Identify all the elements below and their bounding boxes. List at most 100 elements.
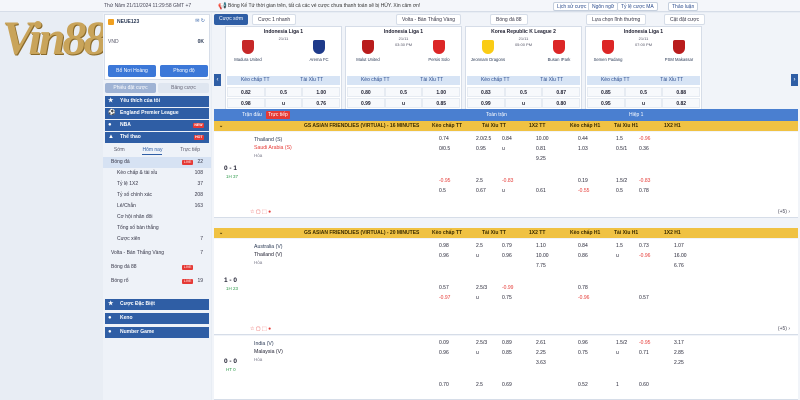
card-odd[interactable]: 0.85 bbox=[422, 98, 461, 108]
odds-cell[interactable]: u bbox=[502, 146, 505, 152]
odds-cell[interactable]: 0.57 bbox=[639, 295, 649, 301]
withdraw-button[interactable]: Phong độ bbox=[160, 65, 208, 77]
language-button[interactable]: Ngôn ngữ bbox=[588, 1, 619, 11]
odds-cell[interactable]: 0.71 bbox=[639, 350, 649, 356]
odds-cell[interactable]: 1.5/2 bbox=[616, 178, 627, 184]
odds-cell[interactable]: 0.74 bbox=[439, 136, 449, 142]
section-favorites[interactable]: ★ Yêu thích của tôi bbox=[105, 96, 209, 107]
odds-cell[interactable]: 0.61 bbox=[536, 188, 546, 194]
home-team[interactable]: Australia (V) bbox=[254, 244, 283, 250]
odds-cell[interactable]: -0.96 bbox=[639, 136, 650, 142]
away-team[interactable]: Thailand (V) bbox=[254, 252, 282, 258]
odds-cell[interactable]: 0.44 bbox=[578, 136, 588, 142]
tab-bet-slip[interactable]: Phiếu đặt cược bbox=[105, 83, 156, 93]
more-markets[interactable]: (+5) › bbox=[778, 209, 790, 215]
odds-cell[interactable]: 10.00 bbox=[536, 136, 549, 142]
section-sports[interactable]: ▲ Thể thao HOT bbox=[105, 132, 209, 143]
odds-cell[interactable]: u bbox=[616, 350, 619, 356]
odds-cell[interactable]: 0.84 bbox=[502, 136, 512, 142]
home-team[interactable]: India (V) bbox=[254, 341, 274, 347]
odds-cell[interactable]: 0.5 bbox=[616, 188, 623, 194]
sidebar-item-basketball[interactable]: Bóng rổ LIVE 19 bbox=[103, 276, 211, 287]
odds-cell[interactable]: 0.09 bbox=[439, 340, 449, 346]
odds-cell[interactable]: 1.03 bbox=[578, 146, 588, 152]
odds-cell[interactable]: 0.67 bbox=[476, 188, 486, 194]
odds-cell[interactable]: 2.5 bbox=[476, 178, 483, 184]
bet-settings[interactable]: Cật đặt cược bbox=[664, 14, 706, 25]
sidebar-item-handicap[interactable]: Kèo chấp & tài xỉu 108 bbox=[103, 168, 211, 179]
card-odd[interactable]: 0.95 bbox=[587, 98, 625, 108]
odds-cell[interactable]: 1.5 bbox=[616, 243, 623, 249]
odds-cell[interactable]: u bbox=[616, 253, 619, 259]
sidebar-item-correct-score[interactable]: Tỷ số chính xác 208 bbox=[103, 190, 211, 201]
card-odd[interactable]: 0.80 bbox=[542, 98, 581, 108]
odds-cell[interactable]: 0.19 bbox=[578, 178, 588, 184]
card-odd[interactable]: 0.80 bbox=[347, 87, 385, 97]
odds-cell[interactable]: 0.86 bbox=[578, 253, 588, 259]
sidebar-item-1x2[interactable]: Tỷ lệ 1X2 37 bbox=[103, 179, 211, 190]
chevron-right-icon[interactable]: › bbox=[791, 74, 798, 86]
odds-cell[interactable]: 7.75 bbox=[536, 263, 546, 269]
section-nba[interactable]: ● NBA NEW bbox=[105, 120, 209, 131]
odds-cell[interactable]: -0.95 bbox=[639, 340, 650, 346]
card-odd[interactable]: 0.83 bbox=[467, 87, 505, 97]
card-odd[interactable]: 0.99 bbox=[467, 98, 505, 108]
subtab-early[interactable]: Sớm bbox=[114, 145, 125, 155]
collapse-icon[interactable]: ⌄ bbox=[219, 121, 223, 131]
odds-cell[interactable]: 1 bbox=[616, 382, 619, 388]
odds-cell[interactable]: -0.96 bbox=[578, 295, 589, 301]
tab-quick-bet[interactable]: Cược 1 nhanh bbox=[252, 14, 297, 25]
match-card[interactable]: Indonesia Liga 1 21/11 Madura United Are… bbox=[225, 26, 342, 118]
sidebar-item-total-goals[interactable]: Tổng số bàn thắng bbox=[103, 223, 211, 234]
odds-cell[interactable]: 0.96 bbox=[439, 350, 449, 356]
card-odd[interactable]: 0.99 bbox=[347, 98, 385, 108]
odds-cell[interactable]: -0.55 bbox=[578, 188, 589, 194]
odds-cell[interactable]: 2.5/3 bbox=[476, 285, 487, 291]
odds-cell[interactable]: 0.75 bbox=[502, 295, 512, 301]
away-team[interactable]: Malaysia (V) bbox=[254, 349, 283, 355]
card-odd[interactable]: 0.85 bbox=[587, 87, 625, 97]
odds-cell[interactable]: 1.5/2 bbox=[616, 340, 627, 346]
odds-cell[interactable]: 0.73 bbox=[639, 243, 649, 249]
odds-cell[interactable]: 2.25 bbox=[674, 360, 684, 366]
odds-cell[interactable]: 0.57 bbox=[439, 285, 449, 291]
odds-cell[interactable]: 0.79 bbox=[502, 243, 512, 249]
odds-cell[interactable]: 0.69 bbox=[502, 382, 512, 388]
away-team[interactable]: Saudi Arabia (S) bbox=[254, 145, 292, 151]
sidebar-item-soccer[interactable]: Bóng đá LIVE 22 bbox=[103, 157, 211, 168]
tab-early-bets[interactable]: Cược sớm bbox=[214, 14, 249, 25]
odds-cell[interactable]: 3.17 bbox=[674, 340, 684, 346]
odds-cell[interactable]: 2.61 bbox=[536, 340, 546, 346]
match-card[interactable]: Indonesia Liga 1 21/11 03:30 PM Malut Un… bbox=[345, 26, 462, 118]
mail-icon[interactable]: ✉ ↻ bbox=[195, 18, 205, 24]
odds-cell[interactable]: 2.5/3 bbox=[476, 340, 487, 346]
odds-cell[interactable]: 1.10 bbox=[536, 243, 546, 249]
section-epl[interactable]: ⚽ England Premier League bbox=[105, 108, 209, 119]
odds-cell[interactable]: -0.96 bbox=[639, 253, 650, 259]
card-odd[interactable]: 0.87 bbox=[542, 87, 581, 97]
odds-cell[interactable]: 0.52 bbox=[578, 382, 588, 388]
home-team[interactable]: Thailand (S) bbox=[254, 137, 282, 143]
card-odd[interactable]: 0.82 bbox=[227, 87, 265, 97]
odds-cell[interactable]: 16.00 bbox=[674, 253, 687, 259]
odds-cell[interactable]: 0.89 bbox=[502, 340, 512, 346]
section-special[interactable]: ★ Cược Đặc Biệt bbox=[105, 299, 209, 310]
odds-cell[interactable]: u bbox=[476, 253, 479, 259]
section-number-game[interactable]: ● Number Game bbox=[105, 327, 209, 338]
odds-cell[interactable]: 0.60 bbox=[639, 382, 649, 388]
tab-soccer88[interactable]: Bóng đá 88 bbox=[490, 14, 528, 25]
odds-cell[interactable]: 1.5 bbox=[616, 136, 623, 142]
deposit-button[interactable]: Bổ Nơi Hoàng bbox=[108, 65, 156, 77]
odds-cell[interactable]: 0.96 bbox=[439, 253, 449, 259]
odds-cell[interactable]: u bbox=[502, 188, 505, 194]
card-odd[interactable]: 0.76 bbox=[302, 98, 341, 108]
tab-bet-list[interactable]: Bảng cược bbox=[158, 83, 209, 93]
sidebar-item-soccer88[interactable]: Bóng đá 88 LIVE bbox=[103, 262, 211, 273]
odds-cell[interactable]: 9.25 bbox=[536, 156, 546, 162]
odds-cell[interactable]: 0.96 bbox=[502, 253, 512, 259]
odds-cell[interactable]: 6.76 bbox=[674, 263, 684, 269]
league-header[interactable]: ⌄ GS ASIAN FRIENDLIES (VIRTUAL) - 16 MINU… bbox=[214, 121, 798, 131]
subtab-live[interactable]: Trực tiếp bbox=[180, 145, 200, 155]
odds-cell[interactable]: 10.00 bbox=[536, 253, 549, 259]
card-odd[interactable]: 0.98 bbox=[227, 98, 265, 108]
